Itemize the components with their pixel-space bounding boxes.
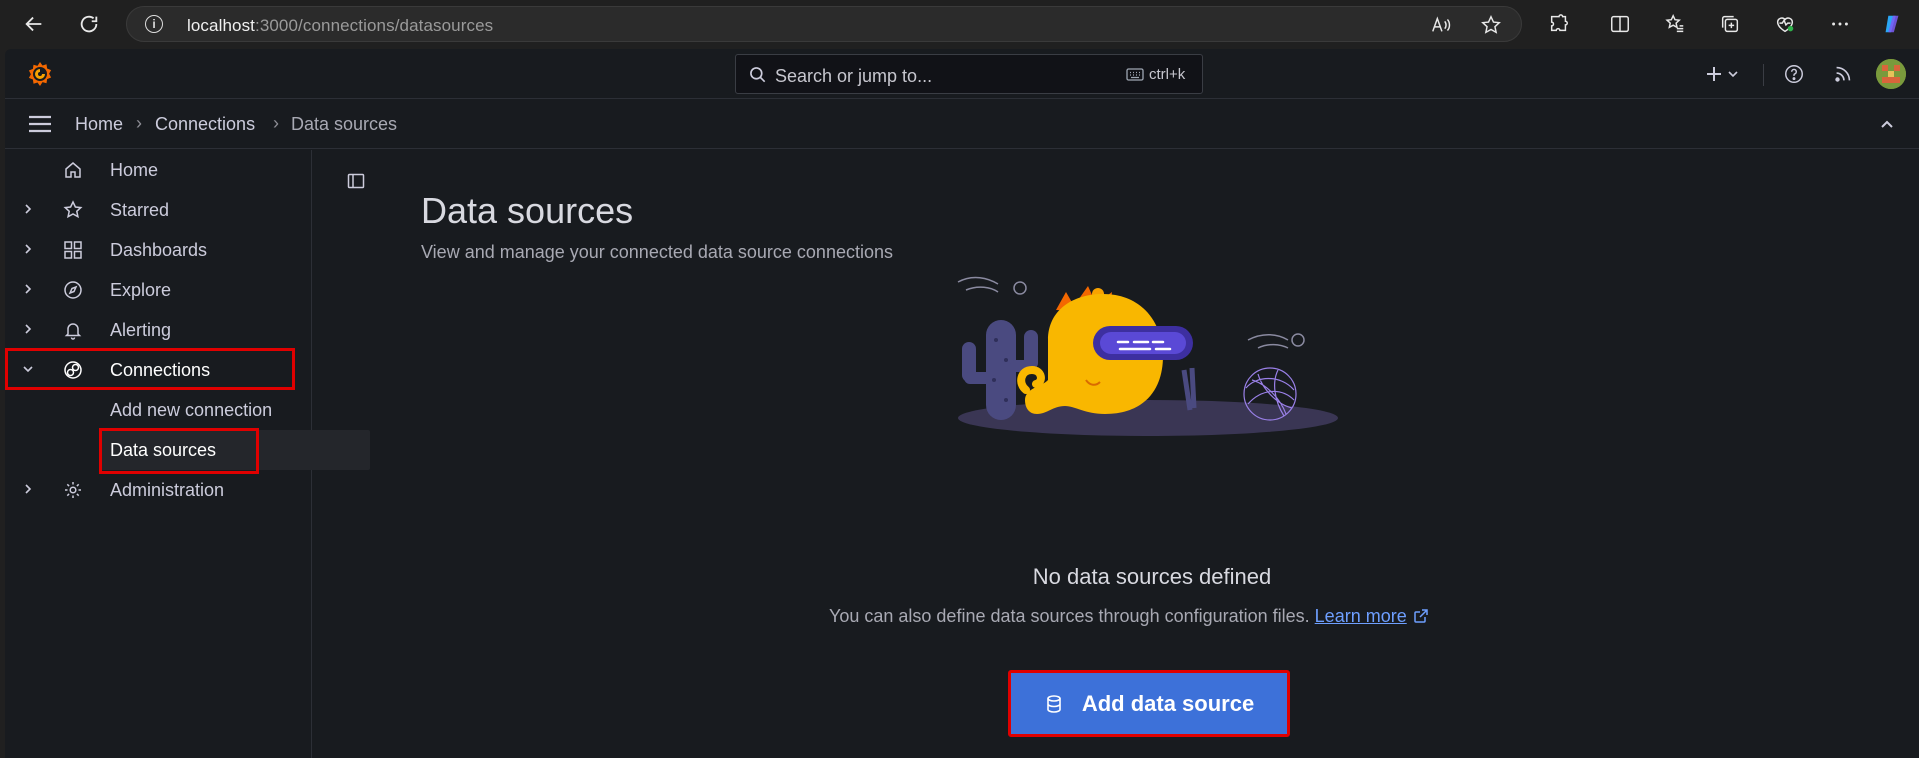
sidebar-item-label: Home	[110, 160, 159, 180]
sidebar-item-home[interactable]: Home	[5, 150, 305, 190]
new-menu-button[interactable]	[1703, 62, 1743, 86]
breadcrumb-data-sources: Data sources	[291, 114, 398, 134]
favorites-icon[interactable]	[1663, 12, 1687, 36]
browser-toolbar: i localhost:3000/connections/datasources	[0, 0, 1919, 48]
chevron-right-icon[interactable]	[20, 241, 36, 257]
sidebar-item-alerting[interactable]: Alerting	[5, 310, 305, 350]
breadcrumb-chevron-icon: ›	[273, 113, 279, 133]
compass-icon	[64, 281, 82, 299]
sidebar-item-label: Explore	[110, 280, 172, 300]
grafana-logo-icon[interactable]	[25, 59, 55, 89]
external-link-icon[interactable]	[1413, 608, 1429, 624]
favorite-star-icon[interactable]	[1479, 13, 1503, 37]
refresh-icon[interactable]	[77, 12, 101, 36]
search-placeholder: Search or jump to...	[775, 66, 933, 86]
empty-state-title: No data sources defined	[1032, 564, 1272, 589]
dock-menu-icon[interactable]	[347, 172, 365, 190]
top-navbar: Search or jump to... ctrl+k	[5, 49, 1919, 99]
chevron-right-icon[interactable]	[20, 281, 36, 297]
sidebar-item-starred[interactable]: Starred	[5, 190, 305, 230]
search-icon	[750, 67, 766, 83]
sidebar-item-label: Add new connection	[110, 400, 273, 420]
url-text: localhost:3000/connections/datasources	[187, 16, 494, 35]
search-bar[interactable]: Search or jump to... ctrl+k	[735, 54, 1203, 94]
breadcrumb: Home › Connections › Data sources	[5, 99, 1919, 149]
gear-icon	[65, 482, 81, 498]
more-options-icon[interactable]	[1828, 12, 1852, 36]
learn-more-link[interactable]: Learn more	[1315, 606, 1407, 626]
help-icon[interactable]	[1782, 62, 1806, 86]
home-icon	[65, 162, 81, 178]
sidebar-item-add-new-connection[interactable]: Add new connection	[5, 390, 305, 430]
news-rss-icon[interactable]	[1831, 62, 1855, 86]
database-icon	[1047, 694, 1061, 713]
empty-state-text: You can also define data sources through…	[829, 606, 1429, 627]
copilot-icon[interactable]	[1880, 12, 1904, 36]
browser-essentials-icon[interactable]	[1773, 12, 1797, 36]
back-arrow-icon[interactable]	[22, 12, 46, 36]
chevron-right-icon[interactable]	[20, 321, 36, 337]
sidebar-item-label: Administration	[110, 480, 225, 500]
grafana-app: Search or jump to... ctrl+k Home › Conne…	[5, 49, 1919, 758]
read-aloud-icon[interactable]	[1429, 13, 1453, 37]
collections-icon[interactable]	[1718, 12, 1742, 36]
sidebar-item-administration[interactable]: Administration	[5, 470, 305, 510]
star-icon	[63, 200, 83, 219]
empty-state-description: You can also define data sources through…	[829, 606, 1310, 626]
page-subtitle: View and manage your connected data sour…	[421, 242, 893, 262]
connections-highlight-box	[5, 348, 295, 390]
bell-icon	[64, 323, 82, 340]
site-info-icon[interactable]: i	[145, 15, 163, 33]
add-data-source-button[interactable]: Add data source	[1008, 670, 1290, 737]
extensions-icon[interactable]	[1547, 12, 1571, 36]
add-data-source-label: Add data source	[1081, 690, 1255, 716]
topbar-divider	[1763, 64, 1764, 86]
address-bar[interactable]: i localhost:3000/connections/datasources	[126, 6, 1522, 42]
breadcrumb-chevron-icon: ›	[136, 113, 142, 133]
data-sources-highlight-box	[99, 428, 259, 474]
breadcrumb-connections[interactable]: Connections	[155, 114, 255, 135]
sidebar-nav: Home Starred Dashboards Explore Alerting	[5, 150, 370, 758]
hamburger-menu-icon[interactable]	[27, 113, 53, 135]
sidebar-item-dashboards[interactable]: Dashboards	[5, 230, 305, 270]
chevron-right-icon[interactable]	[20, 201, 36, 217]
plus-icon	[1707, 67, 1738, 81]
user-avatar[interactable]	[1876, 59, 1906, 89]
chevron-right-icon[interactable]	[20, 481, 36, 497]
sidebar-item-explore[interactable]: Explore	[5, 270, 305, 310]
sidebar-item-label: Alerting	[110, 320, 172, 340]
sidebar-item-label: Dashboards	[110, 240, 208, 260]
chevron-up-icon[interactable]	[1877, 114, 1897, 134]
empty-state-illustration	[957, 276, 1338, 436]
dashboards-icon	[64, 241, 82, 259]
keyboard-icon	[1126, 68, 1144, 81]
breadcrumb-home[interactable]: Home	[75, 114, 123, 135]
sidebar-item-label: Starred	[110, 200, 170, 220]
search-shortcut: ctrl+k	[1149, 66, 1186, 83]
page-title: Data sources	[421, 190, 634, 231]
split-screen-icon[interactable]	[1608, 12, 1632, 36]
